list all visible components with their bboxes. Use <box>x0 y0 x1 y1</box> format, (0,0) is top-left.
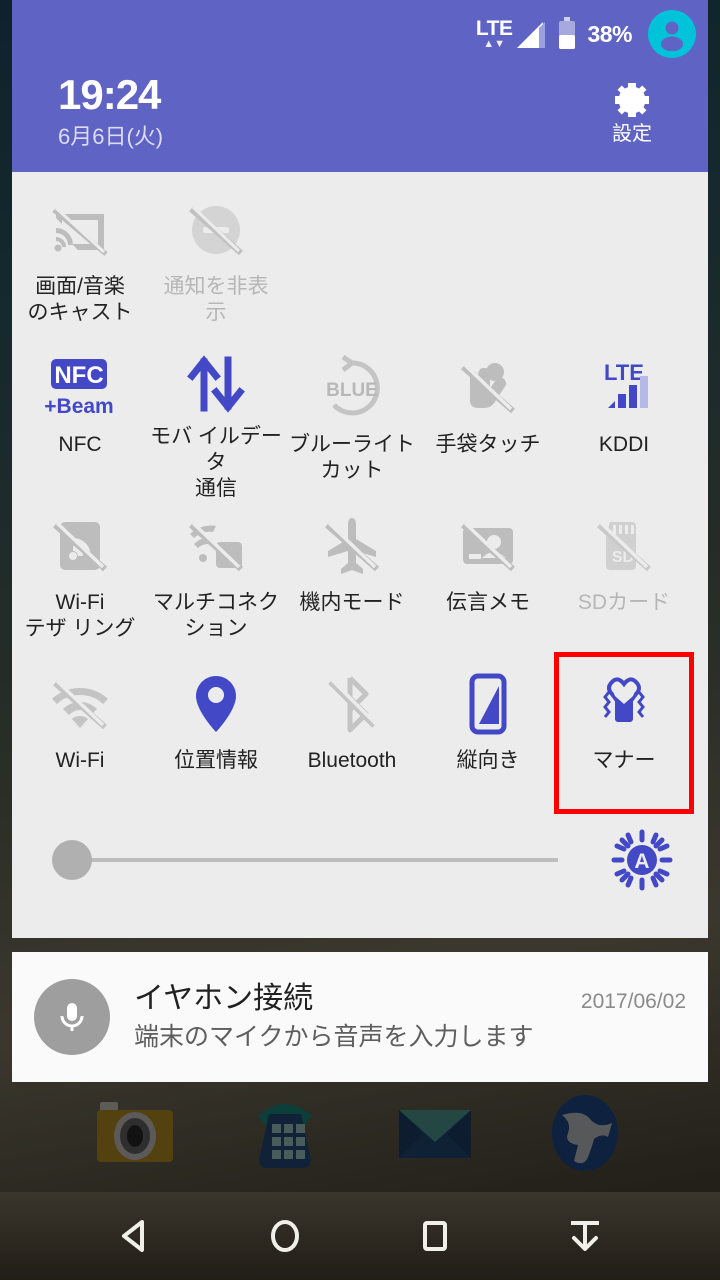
tile-label-line1: Wi-Fi <box>55 591 105 614</box>
tile-label-line1: 通知を非表 <box>163 275 269 298</box>
tile-hide-notifications[interactable]: 通知を非表 示 <box>148 180 284 338</box>
tile-row-3: Wi-Fi テザ リング マルチコネクション 機内モード 伝言メモ SD SDカ… <box>12 496 708 654</box>
gear-icon <box>615 83 649 117</box>
status-bar: LTE ▲▼ 38% <box>12 10 696 58</box>
auto-brightness-icon[interactable]: A <box>610 828 674 892</box>
network-status: LTE ▲▼ <box>476 18 548 50</box>
tile-cast[interactable]: 画面/音楽 のキャスト <box>12 180 148 338</box>
tile-label: マナー <box>592 749 656 772</box>
clock-time: 19:24 <box>58 71 161 118</box>
pull-down-icon[interactable] <box>555 1206 615 1266</box>
tile-label: 画面/音楽 のキャスト <box>14 274 146 326</box>
tile-label-line2: テザ リング <box>24 617 136 640</box>
tile-wifi[interactable]: Wi-Fi <box>12 654 148 812</box>
tile-label: KDDI <box>598 433 650 456</box>
notification-card[interactable]: イヤホン接続 2017/06/02 端末のマイクから音声を入力します <box>12 952 708 1082</box>
airplane-mode-icon <box>318 508 386 584</box>
notification-date: 2017/06/02 <box>580 989 686 1013</box>
settings-button[interactable]: 設定 <box>596 78 668 144</box>
recents-icon[interactable] <box>405 1206 465 1266</box>
svg-text:LTE: LTE <box>604 360 644 385</box>
notification-title: イヤホン接続 <box>134 981 314 1015</box>
tile-label: 手袋タッチ <box>435 433 541 456</box>
portrait-orientation-icon <box>454 666 522 742</box>
do-not-disturb-off-icon <box>182 192 250 268</box>
tile-label: SDカード <box>577 591 671 614</box>
tile-label-line2: 示 <box>205 301 227 324</box>
battery-percent-label: 38% <box>587 20 632 47</box>
notification-header: イヤホン接続 2017/06/02 <box>134 982 686 1017</box>
tile-label-line2: のキャスト <box>27 301 133 324</box>
tile-orientation[interactable]: 縦向き <box>420 654 556 812</box>
signal-bars-icon <box>517 22 546 48</box>
auto-brightness-label: A <box>634 850 649 873</box>
glove-touch-off-icon <box>454 350 522 426</box>
tile-label: ブルーライトカット <box>289 433 415 482</box>
tile-label-line1: モバ イルデータ <box>150 425 282 474</box>
tile-label: 縦向き <box>456 749 520 772</box>
data-arrows-icon: ▲▼ <box>483 38 506 50</box>
android-quick-settings-screen: LTE ▲▼ 38% 19:24 6月6日(火) 設定 画面/音楽 のキャスト … <box>0 0 720 1280</box>
tile-wifi-tethering[interactable]: Wi-Fi テザ リング <box>12 496 148 654</box>
tile-label: 機内モード <box>299 591 405 614</box>
microphone-icon <box>34 979 110 1055</box>
clock-date: 6月6日(火) <box>58 124 164 149</box>
sd-card-off-icon: SD <box>590 508 658 584</box>
multi-connection-off-icon <box>182 508 250 584</box>
location-pin-icon <box>182 666 250 742</box>
home-icon[interactable] <box>255 1206 315 1266</box>
back-icon[interactable] <box>105 1206 165 1266</box>
tile-mobile-data[interactable]: モバ イルデータ 通信 <box>148 338 284 500</box>
svg-text:NFC: NFC <box>54 362 103 389</box>
cast-off-icon <box>46 192 114 268</box>
navigation-bar <box>0 1192 720 1280</box>
tile-label-line1: 画面/音楽 <box>35 275 125 298</box>
settings-label: 設定 <box>612 123 652 145</box>
brightness-slider-thumb[interactable] <box>51 840 92 880</box>
brightness-slider[interactable] <box>51 840 558 880</box>
tile-label: 通知を非表 示 <box>150 274 282 326</box>
tile-row-2: NFC +Beam NFC モバ イルデータ 通信 BLUE ブルーライトカット… <box>12 338 708 500</box>
carrier-lte-icon: LTE <box>590 350 658 426</box>
tile-row-4: Wi-Fi 位置情報 Bluetooth 縦向き マナー <box>12 652 708 814</box>
tile-label: NFC <box>58 433 102 456</box>
tile-label: Wi-Fi <box>55 749 105 772</box>
tile-label: マルチコネクション <box>153 591 279 640</box>
tile-airplane-mode[interactable]: 機内モード <box>284 496 420 654</box>
vibrate-manner-mode-icon <box>590 666 658 742</box>
mobile-data-icon <box>182 350 250 418</box>
tile-row-1: 画面/音楽 のキャスト 通知を非表 示 <box>12 180 708 338</box>
tile-carrier[interactable]: LTE KDDI <box>556 338 692 496</box>
tile-label: Wi-Fi テザ リング <box>14 590 146 642</box>
notification-body: イヤホン接続 2017/06/02 端末のマイクから音声を入力します <box>134 982 686 1053</box>
tile-multi-connection[interactable]: マルチコネクション <box>148 496 284 654</box>
wifi-tethering-off-icon <box>46 508 114 584</box>
brightness-row: A <box>12 812 708 908</box>
tile-location[interactable]: 位置情報 <box>148 654 284 812</box>
bluetooth-off-icon <box>318 666 386 742</box>
tile-bluetooth[interactable]: Bluetooth <box>284 654 420 812</box>
battery-icon <box>559 17 576 49</box>
tile-label: Bluetooth <box>307 749 397 772</box>
notification-text: 端末のマイクから音声を入力します <box>134 1023 534 1052</box>
blue-light-cut-icon: BLUE <box>318 350 386 426</box>
quick-settings-header: LTE ▲▼ 38% 19:24 6月6日(火) 設定 <box>12 0 708 172</box>
tile-voice-memo[interactable]: 伝言メモ <box>420 496 556 654</box>
tile-label: 伝言メモ <box>446 591 530 614</box>
network-type-label: LTE <box>475 17 513 40</box>
quick-settings-panel: 画面/音楽 のキャスト 通知を非表 示 NFC +Beam NFC モバ イルデ… <box>12 172 708 938</box>
svg-text:BLUE: BLUE <box>326 380 378 401</box>
tile-label: モバ イルデータ 通信 <box>150 424 282 502</box>
tile-glove-touch[interactable]: 手袋タッチ <box>420 338 556 496</box>
voice-memo-off-icon <box>454 508 522 584</box>
tile-manner-mode[interactable]: マナー <box>554 652 694 814</box>
tile-label: 位置情報 <box>174 749 258 772</box>
tile-blue-light-cut[interactable]: BLUE ブルーライトカット <box>284 338 420 496</box>
wifi-off-icon <box>46 666 114 742</box>
user-avatar-icon[interactable] <box>648 10 696 58</box>
tile-sd-card[interactable]: SD SDカード <box>556 496 692 654</box>
svg-text:+Beam: +Beam <box>44 395 113 418</box>
tile-nfc[interactable]: NFC +Beam NFC <box>12 338 148 496</box>
nfc-beam-icon: NFC +Beam <box>43 350 117 426</box>
